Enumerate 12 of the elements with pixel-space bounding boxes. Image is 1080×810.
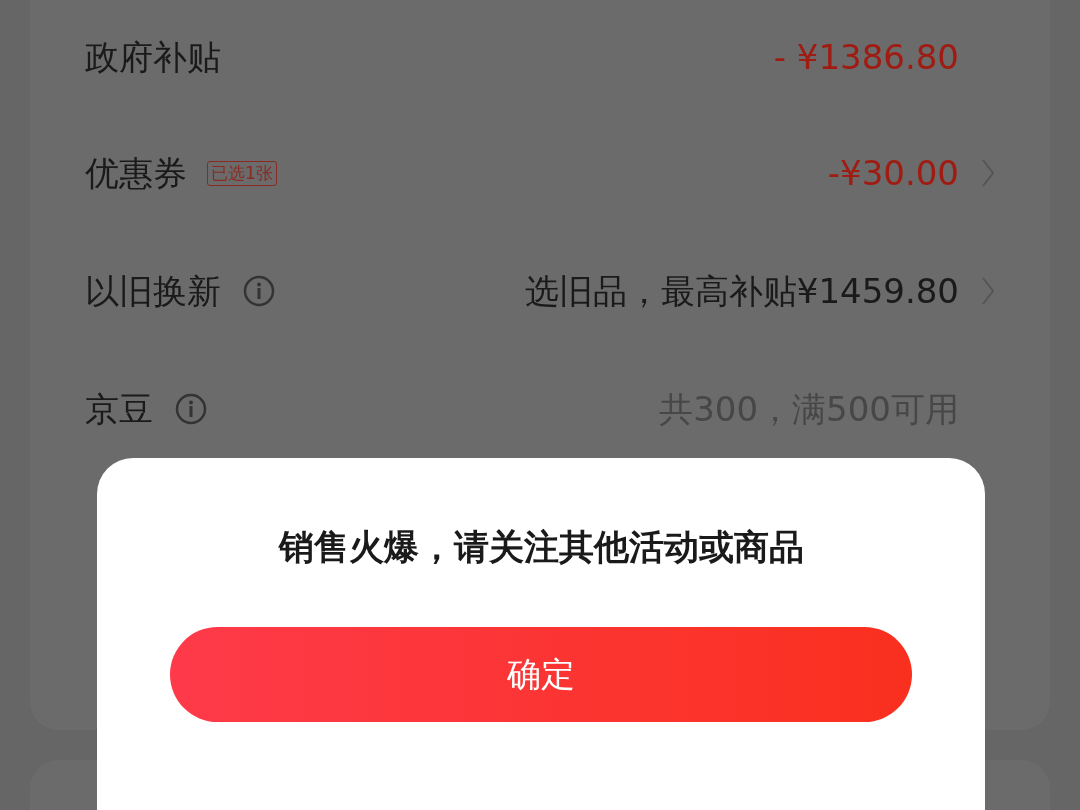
info-icon[interactable] (175, 393, 207, 425)
row-value: 选旧品，最高补贴¥1459.80 (524, 274, 959, 308)
confirm-button[interactable]: 确定 (170, 627, 912, 722)
selected-count-tag: 已选1张 (207, 160, 277, 186)
row-label: 优惠券 (85, 156, 187, 190)
row-label: 京豆 (85, 392, 153, 426)
row-label: 政府补贴 (85, 40, 221, 74)
row-value: - ¥1386.80 (773, 40, 959, 74)
info-icon[interactable] (243, 275, 275, 307)
dialog-message: 销售火爆，请关注其他活动或商品 (278, 530, 804, 565)
row-label: 以旧换新 (85, 274, 221, 308)
row-value: -¥30.00 (827, 156, 959, 190)
